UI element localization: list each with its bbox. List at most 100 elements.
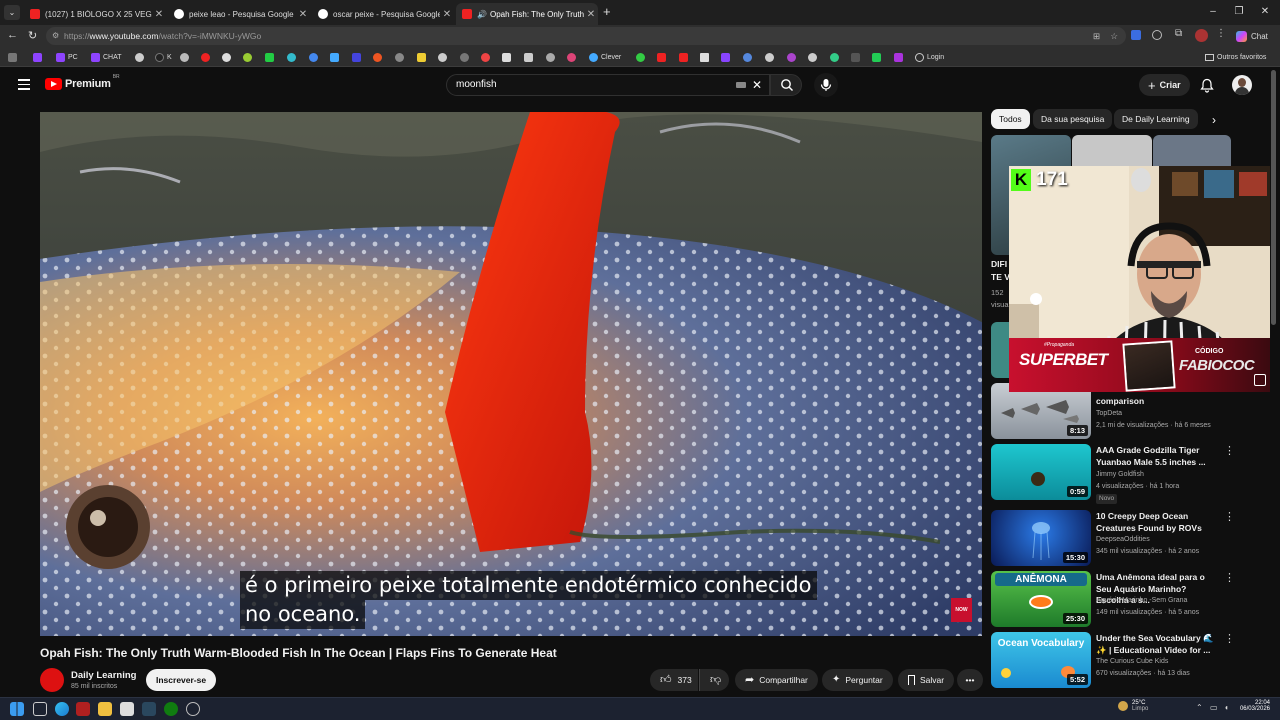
speaker-icon[interactable]: 🔊 (477, 10, 487, 19)
file-explorer-icon[interactable] (98, 702, 112, 716)
rec-thumbnail[interactable]: 0:59 (991, 444, 1091, 500)
account-avatar[interactable] (1232, 75, 1252, 95)
profile-avatar[interactable] (1195, 29, 1208, 42)
menu-dots-icon[interactable]: ⋮ (1216, 28, 1226, 39)
bookmark-item[interactable] (309, 51, 321, 63)
clear-search-icon[interactable]: ✕ (752, 75, 762, 95)
bookmark-item[interactable] (438, 51, 450, 63)
tab-oscar-peixe[interactable]: oscar peixe - Pesquisa Google ✕ (312, 3, 454, 25)
bookmark-item[interactable] (872, 51, 884, 63)
rec-thumbnail[interactable]: Ocean Vocabulary 5:52 (991, 632, 1091, 688)
chip-next-arrow-icon[interactable]: › (1212, 113, 1216, 127)
pause-overlay-icon[interactable] (1254, 374, 1266, 386)
share-button[interactable]: ➦ Compartilhar (735, 669, 818, 691)
bookmark-item[interactable] (524, 51, 536, 63)
bookmark-item[interactable] (721, 51, 733, 63)
bookmark-item[interactable] (243, 51, 255, 63)
bookmark-item[interactable] (894, 51, 906, 63)
bookmark-item[interactable] (765, 51, 777, 63)
bookmark-k[interactable]: K (155, 51, 172, 63)
channel-watermark[interactable]: NOW (951, 598, 972, 622)
bookmark-item[interactable] (679, 51, 691, 63)
bookmark-item[interactable] (636, 51, 648, 63)
bookmark-item[interactable] (567, 51, 579, 63)
extension-icon[interactable] (1131, 30, 1141, 40)
rec-thumbnail[interactable]: 15:30 (991, 510, 1091, 566)
star-icon[interactable]: ☆ (1110, 27, 1118, 45)
rec-item[interactable]: 15:30 10 Creepy Deep Ocean Creatures Fou… (991, 510, 1261, 566)
extension-icon[interactable] (1152, 30, 1162, 40)
close-icon[interactable]: ✕ (440, 9, 454, 20)
bookmark-item[interactable] (700, 51, 712, 63)
store-icon[interactable] (120, 702, 134, 716)
bookmark-login[interactable]: Login (915, 51, 944, 63)
tray-chevron-icon[interactable]: ⌃ (1196, 703, 1203, 712)
bookmark-item[interactable] (373, 51, 385, 63)
subscribe-button[interactable]: Inscrever-se (146, 669, 217, 691)
rec-more-icon[interactable]: ⋮ (1224, 510, 1235, 523)
voice-search-button[interactable] (814, 73, 838, 97)
more-actions-button[interactable]: ••• (957, 669, 983, 691)
channel-avatar[interactable] (40, 668, 64, 692)
rec-item[interactable]: ANÊMONA 25:30 Uma Anêmona ideal para o S… (991, 571, 1261, 627)
bookmark-item[interactable] (352, 51, 364, 63)
bookmark-apps-icon[interactable] (8, 51, 20, 63)
dislike-button[interactable]: 👎︎ (699, 669, 729, 691)
steam-icon[interactable] (142, 702, 156, 716)
video-player[interactable]: é o primeiro peixe totalmente endotérmic… (40, 112, 982, 636)
back-icon[interactable]: ← (7, 29, 18, 41)
bookmark-item[interactable] (265, 51, 277, 63)
bookmark-item[interactable] (460, 51, 472, 63)
search-input[interactable]: moonfish ✕ (446, 74, 770, 96)
task-view-icon[interactable] (33, 702, 47, 716)
bookmark-pc[interactable]: PC (56, 51, 78, 63)
chip-from-search[interactable]: Da sua pesquisa (1033, 109, 1113, 129)
search-button[interactable] (770, 74, 802, 96)
keyboard-icon[interactable] (736, 82, 746, 88)
menu-icon[interactable] (18, 79, 30, 90)
close-icon[interactable]: ✕ (584, 9, 598, 20)
rec-item[interactable]: 0:59 AAA Grade Godzilla Tiger Yuanbao Ma… (991, 444, 1261, 504)
bookmark-item[interactable] (657, 51, 669, 63)
url-field[interactable]: ⚙ https://www.youtube.com/watch?v=-iMWNK… (46, 27, 1126, 45)
rec-more-icon[interactable]: ⋮ (1224, 571, 1235, 584)
chip-from-channel[interactable]: De Daily Learning (1114, 109, 1198, 129)
rec-thumb-partial[interactable] (1072, 135, 1152, 170)
new-tab-button[interactable]: + (603, 4, 611, 19)
tab-list-button[interactable]: ⌄ (4, 5, 20, 20)
bookmark-item[interactable] (743, 51, 755, 63)
windows-start-icon[interactable] (10, 702, 24, 716)
network-icon[interactable]: ▭ (1210, 703, 1218, 712)
tab-opah-fish[interactable]: 🔊 Opah Fish: The Only Truth Wa✕ (456, 3, 598, 25)
rec-more-icon[interactable]: ⋮ (1224, 632, 1235, 645)
bookmark-item[interactable] (417, 51, 429, 63)
bookmark-item[interactable] (808, 51, 820, 63)
notifications-bell-icon[interactable] (1200, 78, 1214, 98)
bookmark-item[interactable] (787, 51, 799, 63)
chat-button[interactable]: Chat (1236, 28, 1268, 44)
channel-name[interactable]: Daily Learning (71, 670, 136, 681)
weather-widget[interactable]: 25°C Limpo (1118, 700, 1148, 712)
close-icon[interactable]: ✕ (296, 9, 310, 20)
minimize-button[interactable]: – (1200, 4, 1226, 20)
bookmark-item[interactable] (287, 51, 299, 63)
reload-icon[interactable]: ↻ (28, 29, 37, 42)
youtube-logo[interactable]: Premium BR (45, 74, 120, 90)
bookmark-item[interactable] (135, 51, 147, 63)
other-bookmarks[interactable]: Outros favoritos (1205, 51, 1266, 63)
bookmark-item[interactable] (830, 51, 842, 63)
site-info-icon[interactable]: ⚙ (52, 27, 59, 45)
app-icon[interactable] (186, 702, 200, 716)
rec-thumb-partial[interactable] (1153, 135, 1231, 170)
ask-button[interactable]: ✦ Perguntar (822, 669, 893, 691)
tab-biologo[interactable]: (1027) 1 BIÓLOGO X 25 VEGANOS✕ (24, 3, 166, 25)
extensions-puzzle-icon[interactable]: ⧉ (1175, 28, 1182, 39)
like-button[interactable]: 👍︎ 373 (650, 669, 698, 691)
close-window-button[interactable]: ✕ (1252, 4, 1278, 20)
chip-all[interactable]: Todos (991, 109, 1030, 129)
bookmark-item[interactable] (222, 51, 234, 63)
bookmark-item[interactable] (201, 51, 213, 63)
create-button[interactable]: + Criar (1139, 74, 1190, 96)
app-icon[interactable] (76, 702, 90, 716)
bookmark-item[interactable] (851, 51, 863, 63)
